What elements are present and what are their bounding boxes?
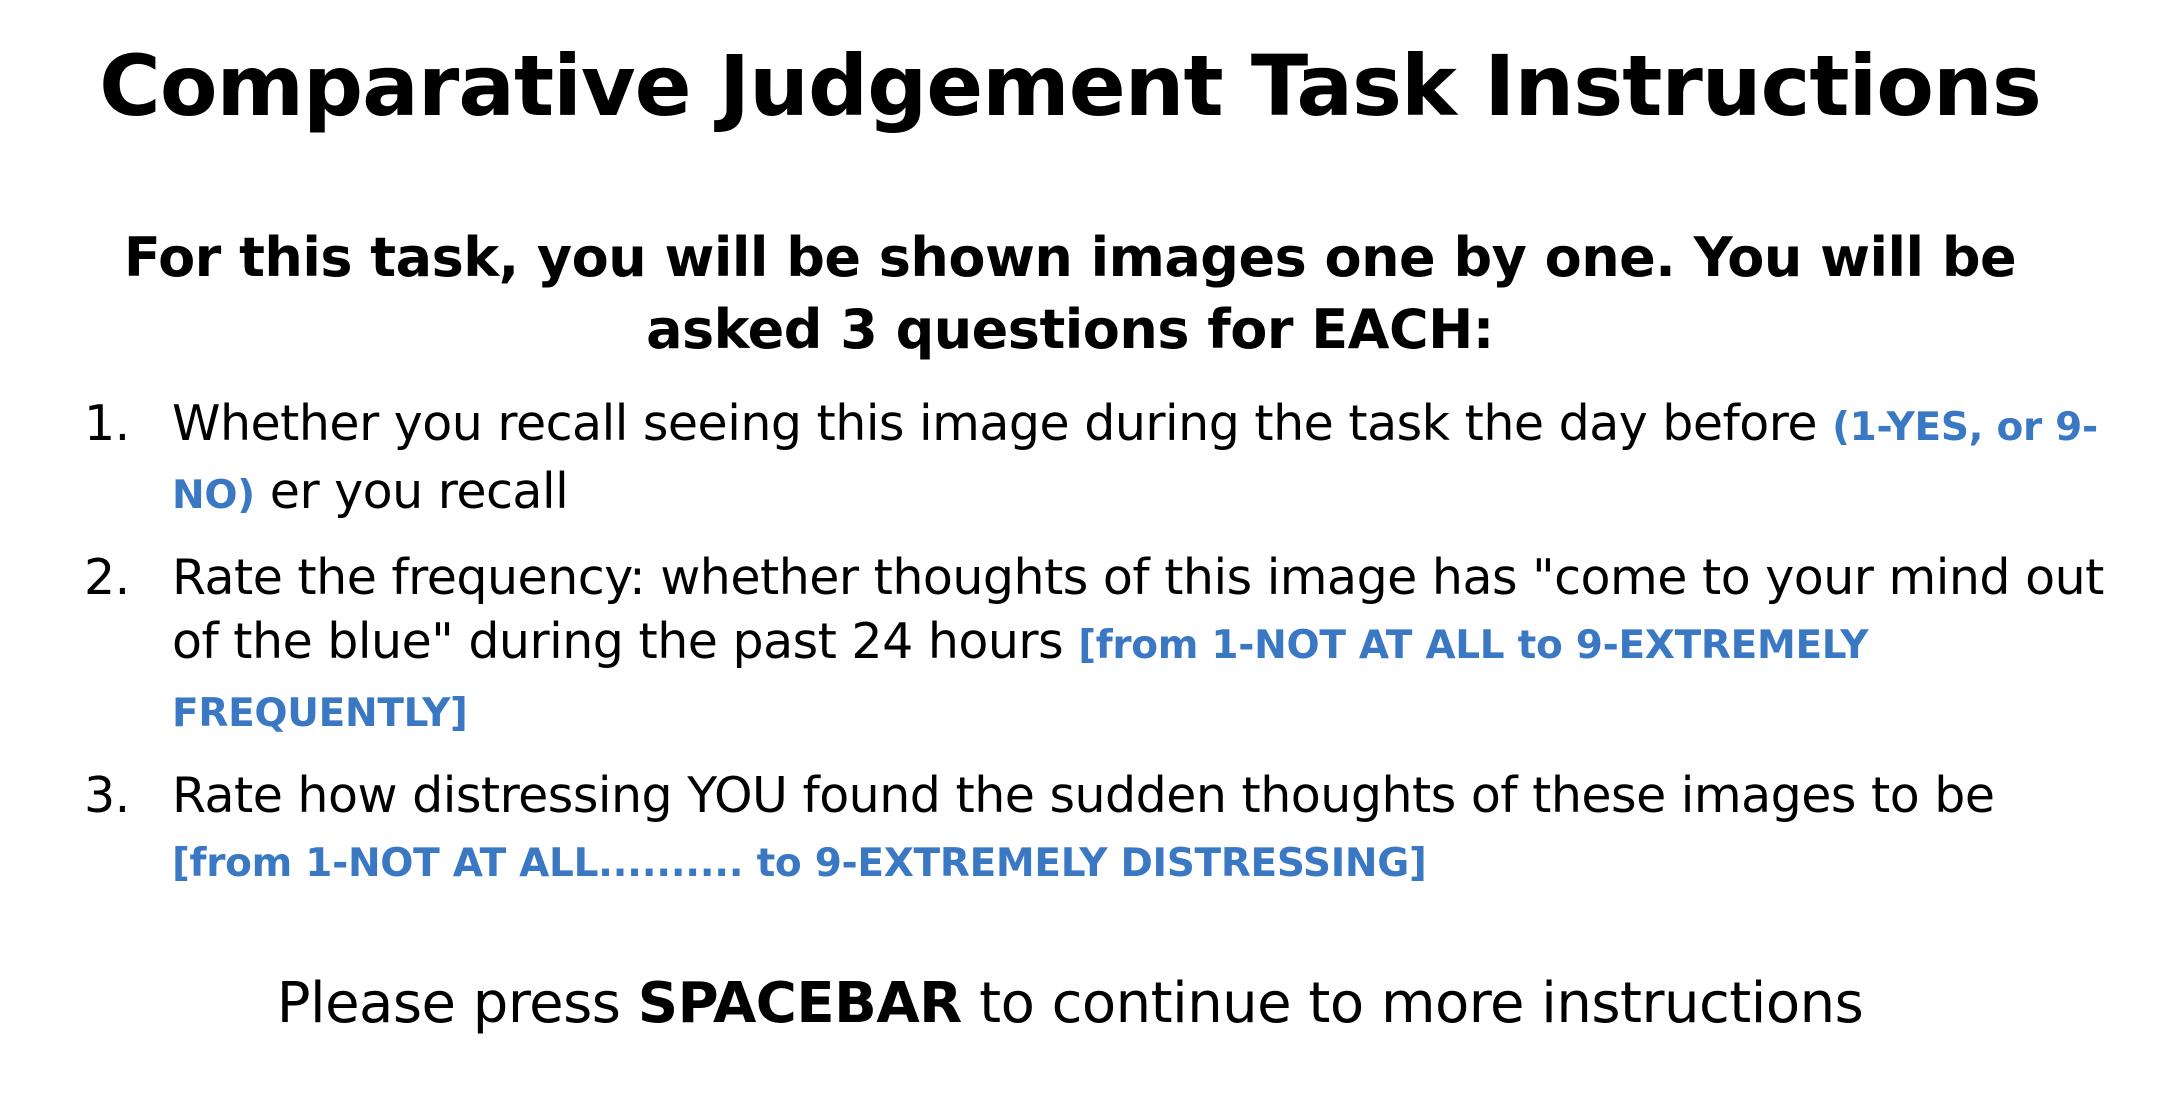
question-item-3: 3. Rate how distressing YOU found the sud… [84, 764, 2124, 896]
intro-text: For this task, you will be shown images … [123, 226, 2017, 361]
page-title: Comparative Judgement Task Instructions [99, 37, 2042, 135]
question-number: 3. [84, 767, 130, 824]
question-text: Rate how distressing YOU found the sudde… [172, 767, 1995, 824]
question-item-1: 1. Whether you recall seeing this image d… [84, 392, 2124, 528]
question-list: 1. Whether you recall seeing this image d… [84, 392, 2124, 896]
spacebar-key-label: SPACEBAR [637, 971, 963, 1036]
continue-prompt-suffix: to continue to more instructions [961, 971, 1864, 1036]
question-number: 2. [84, 549, 130, 606]
question-item-2: 2. Rate the frequency: whether thoughts o… [84, 546, 2124, 746]
question-hint: [from 1-NOT AT ALL.......... to 9-EXTREM… [172, 841, 1427, 886]
continue-prompt: Please press SPACEBAR to continue to mor… [0, 968, 2140, 1040]
question-number: 1. [84, 395, 130, 452]
question-trailing-text: er you recall [254, 463, 569, 520]
continue-prompt-prefix: Please press [276, 971, 638, 1036]
question-text: Whether you recall seeing this image dur… [172, 395, 1833, 452]
